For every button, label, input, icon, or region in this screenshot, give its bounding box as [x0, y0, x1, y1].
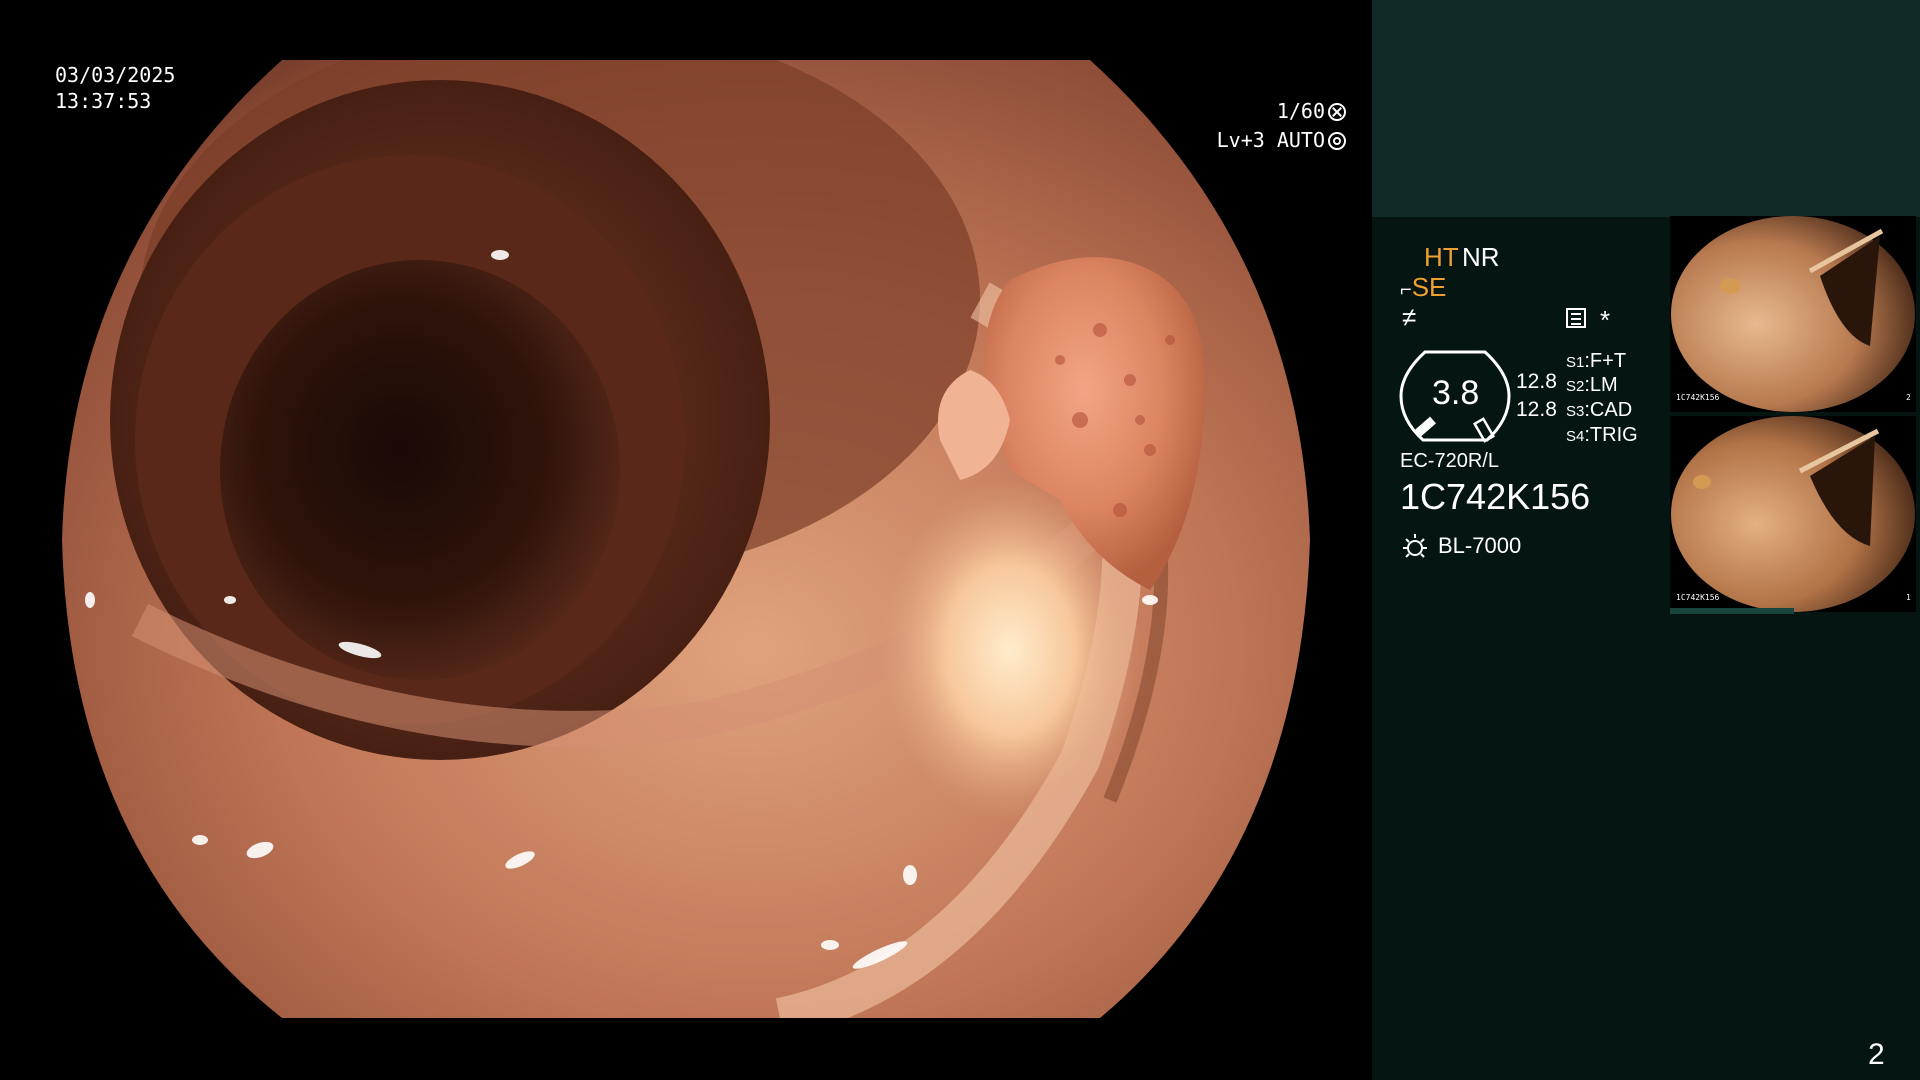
shutter-readout: 1/60 [1277, 98, 1346, 124]
switch-key: S2 [1566, 378, 1585, 395]
light-source-icon [1403, 534, 1427, 558]
switch-row-s2: S2:LM [1566, 374, 1618, 396]
readout-value-2: 12.8 [1516, 398, 1557, 421]
se-indicator: SE [1411, 272, 1447, 302]
exam-date: 03/03/2025 [55, 63, 176, 87]
capture-thumbnail-2[interactable]: 1C742K156 1 [1670, 416, 1916, 612]
exam-time: 13:37:53 [55, 89, 152, 113]
scope-serial: 1C742K156 [1400, 476, 1591, 517]
gain-value: Lv+3 AUTO [1216, 128, 1325, 152]
gauge-value: 3.8 [1432, 374, 1480, 412]
panel-header-area [1372, 0, 1920, 217]
nr-indicator: NR [1462, 242, 1500, 272]
page-number: 2 [1868, 1038, 1885, 1071]
endoscopy-image [62, 60, 1310, 1018]
switch-key: S4 [1566, 428, 1585, 445]
thumbnail-index: 1 [1906, 593, 1911, 602]
light-source-model: BL-7000 [1438, 533, 1522, 558]
switch-value: CAD [1589, 399, 1633, 421]
switch-value: F+T [1589, 350, 1627, 372]
switch-value: TRIG [1589, 424, 1638, 446]
info-panel: HT NR ⌐SE ≠ * 3.8 12.8 12.8 S1:F+T S2:LM… [1372, 0, 1920, 1080]
switch-key: S1 [1566, 354, 1585, 371]
thumbnail-index: 2 [1906, 393, 1911, 402]
readout-value-1: 12.8 [1516, 370, 1557, 393]
capture-thumbnail-1[interactable]: 1C742K156 2 [1670, 216, 1916, 412]
thumbnail-label: 1C742K156 [1676, 593, 1720, 602]
aperture-icon [1328, 103, 1346, 121]
thumbnail-image: 1C742K156 1 [1671, 416, 1915, 612]
endoscope-image-viewport: 03/03/2025 13:37:53 1/60 Lv+3 AUTO [0, 0, 1372, 1080]
shutter-value: 1/60 [1276, 99, 1325, 123]
thumbnail-image: 1C742K156 2 [1671, 216, 1915, 412]
ht-indicator: HT [1424, 242, 1459, 272]
thumbnail-selection-bar [1670, 608, 1794, 614]
thumbnail-label: 1C742K156 [1676, 393, 1720, 402]
switch-row-s3: S3:CAD [1566, 399, 1633, 421]
gain-readout: Lv+3 AUTO [1217, 127, 1346, 153]
asterisk-indicator: * [1600, 305, 1611, 335]
switch-row-s4: S4:TRIG [1566, 424, 1638, 446]
switch-row-s1: S1:F+T [1566, 350, 1627, 372]
iris-icon [1328, 132, 1346, 150]
se-row: ⌐SE [1400, 272, 1446, 303]
menu-icon [1566, 308, 1586, 328]
f-icon: ≠ [1402, 302, 1417, 332]
switch-value: LM [1589, 374, 1618, 396]
scope-model: EC-720R/L [1400, 450, 1499, 472]
switch-key: S3 [1566, 403, 1585, 420]
enhance-icon: ⌐ [1400, 279, 1412, 301]
